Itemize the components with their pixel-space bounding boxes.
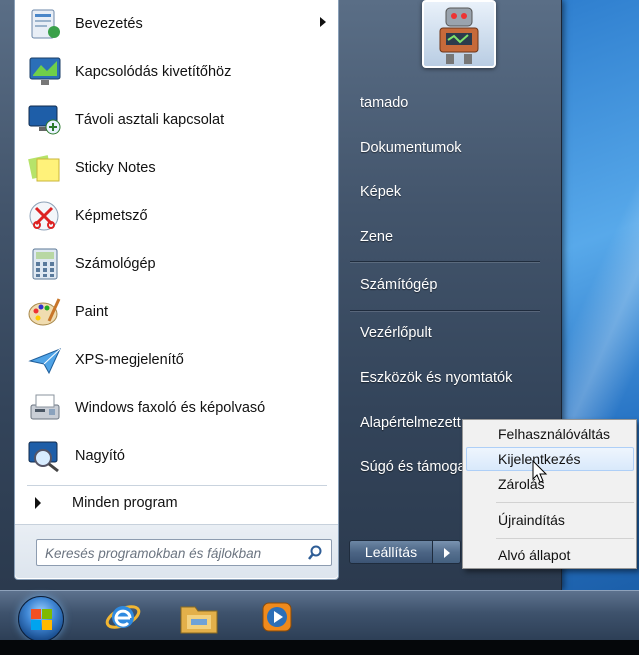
divider xyxy=(350,261,540,262)
menu-item-log-off[interactable]: Kijelentkezés xyxy=(466,447,634,471)
program-item-snipping-tool[interactable]: Képmetsző xyxy=(15,192,338,240)
pictures-link[interactable]: Képek xyxy=(360,184,401,200)
projector-icon xyxy=(25,52,65,92)
menu-item-sleep[interactable]: Alvó állapot xyxy=(466,543,634,567)
paint-icon xyxy=(25,292,65,332)
mouse-cursor-icon xyxy=(532,460,548,483)
divider xyxy=(27,485,327,486)
control-panel-link[interactable]: Vezérlőpult xyxy=(360,325,432,341)
program-item-calculator[interactable]: Számológép xyxy=(15,240,338,288)
program-label: Paint xyxy=(75,304,109,320)
all-programs-button[interactable]: Minden program xyxy=(15,488,338,520)
screen-bezel xyxy=(0,640,639,655)
program-label: Kapcsolódás kivetítőhöz xyxy=(75,64,232,80)
program-item-remote-desktop[interactable]: Távoli asztali kapcsolat xyxy=(15,96,338,144)
getting-started-icon xyxy=(25,4,65,44)
program-label: Távoli asztali kapcsolat xyxy=(75,112,225,128)
arrow-right-icon xyxy=(35,497,41,509)
program-item-getting-started[interactable]: Bevezetés xyxy=(15,0,338,48)
shutdown-button[interactable]: Leállítás xyxy=(349,540,433,564)
documents-link[interactable]: Dokumentumok xyxy=(360,140,462,156)
media-player-icon[interactable] xyxy=(256,597,298,637)
shutdown-options-button[interactable] xyxy=(433,540,461,564)
program-item-projector[interactable]: Kapcsolódás kivetítőhöz xyxy=(15,48,338,96)
fax-scanner-icon xyxy=(25,388,65,428)
taskbar xyxy=(0,590,639,640)
program-label: Windows faxoló és képolvasó xyxy=(75,400,266,416)
menu-item-switch-user[interactable]: Felhasználóváltás xyxy=(466,422,634,446)
user-folder-link[interactable]: tamado xyxy=(360,95,408,111)
program-label: Bevezetés xyxy=(75,16,143,32)
xps-viewer-icon xyxy=(25,340,65,380)
default-programs-link[interactable]: Alapértelmezett xyxy=(360,415,461,431)
devices-printers-link[interactable]: Eszközök és nyomtatók xyxy=(360,370,512,386)
robot-avatar-icon xyxy=(439,7,479,64)
submenu-arrow-icon xyxy=(320,17,326,27)
menu-item-lock[interactable]: Zárolás xyxy=(466,472,634,496)
divider xyxy=(350,310,540,311)
search-box[interactable] xyxy=(36,539,332,566)
program-item-xps-viewer[interactable]: XPS-megjelenítő xyxy=(15,336,338,384)
program-item-sticky-notes[interactable]: Sticky Notes xyxy=(15,144,338,192)
program-item-fax-scan[interactable]: Windows faxoló és képolvasó xyxy=(15,384,338,432)
magnifier-icon xyxy=(25,436,65,476)
user-picture[interactable] xyxy=(422,0,496,68)
menu-item-restart[interactable]: Újraindítás xyxy=(466,508,634,532)
calculator-icon xyxy=(25,244,65,284)
all-programs-label: Minden program xyxy=(72,495,178,511)
windows-explorer-icon[interactable] xyxy=(178,597,220,637)
program-label: Képmetsző xyxy=(75,208,148,224)
search-area xyxy=(15,524,338,578)
program-item-magnifier[interactable]: Nagyító xyxy=(15,432,338,480)
program-item-paint[interactable]: Paint xyxy=(15,288,338,336)
program-label: Sticky Notes xyxy=(75,160,156,176)
programs-pane: Bevezetés Kapcsolódás kivetítőhöz Távoli… xyxy=(14,0,339,580)
program-label: Nagyító xyxy=(75,448,125,464)
search-input[interactable] xyxy=(45,544,295,562)
internet-explorer-icon[interactable] xyxy=(102,597,144,637)
remote-desktop-icon xyxy=(25,100,65,140)
search-icon[interactable] xyxy=(307,545,323,561)
sticky-notes-icon xyxy=(25,148,65,188)
program-label: Számológép xyxy=(75,256,156,272)
shutdown-options-menu: Felhasználóváltás Kijelentkezés Zárolás … xyxy=(462,419,637,569)
program-label: XPS-megjelenítő xyxy=(75,352,184,368)
snipping-tool-icon xyxy=(25,196,65,236)
divider xyxy=(496,538,634,539)
music-link[interactable]: Zene xyxy=(360,229,393,245)
divider xyxy=(496,502,634,503)
computer-link[interactable]: Számítógép xyxy=(360,277,437,293)
help-support-link[interactable]: Súgó és támoga xyxy=(360,459,466,475)
start-orb-icon[interactable] xyxy=(18,596,64,642)
